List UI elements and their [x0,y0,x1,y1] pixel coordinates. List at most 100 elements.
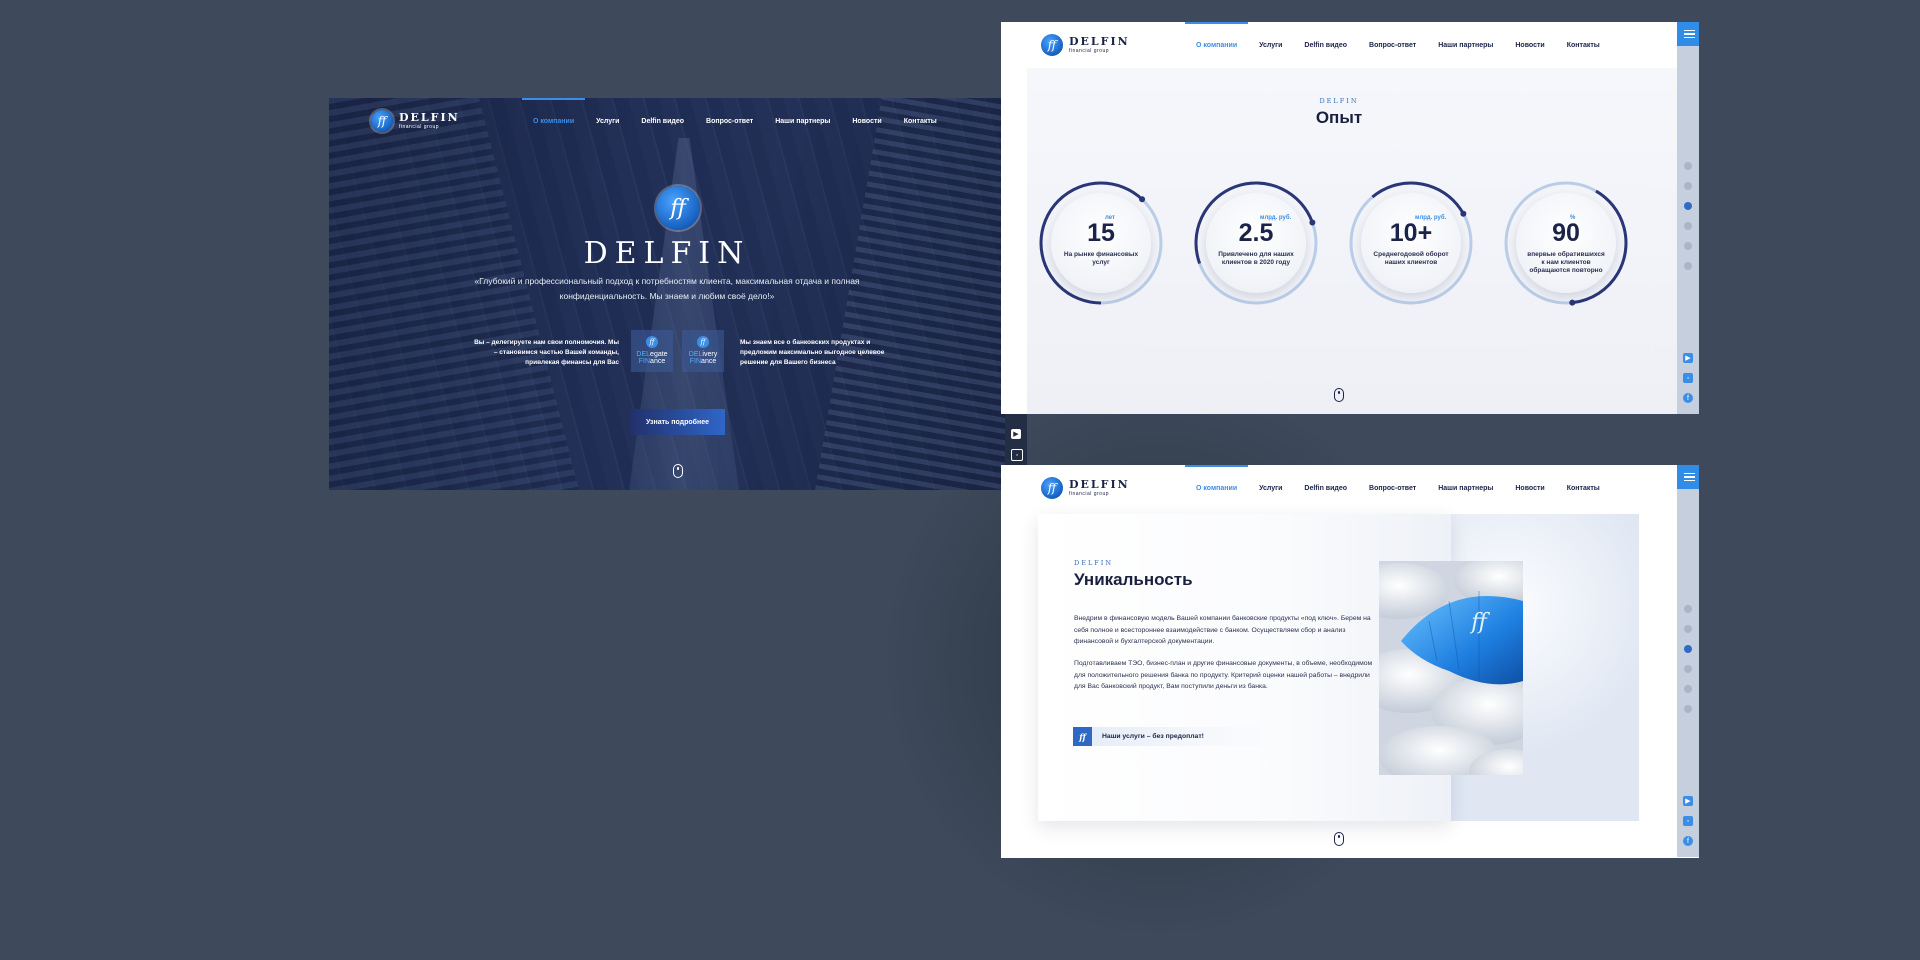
card-text: egate [650,351,668,358]
instagram-icon[interactable]: ◦ [1683,816,1693,826]
rail-dot[interactable] [1684,222,1692,230]
rail-dot[interactable] [1684,242,1692,250]
stat-caption: Среднегодовой оборот наших клиентов [1373,251,1449,266]
hero-right-text: Мы знаем все о банковских продуктах и пр… [740,339,885,366]
main-menu: О компании Услуги Delfin видео Вопрос-от… [1185,465,1611,511]
facebook-icon[interactable]: f [1683,836,1693,846]
instagram-icon[interactable]: ◦ [1011,449,1023,461]
rail-dot[interactable] [1684,625,1692,633]
stat-number: 90 [1552,219,1580,247]
scroll-mouse-icon[interactable] [1334,388,1344,402]
stat-inner: 15 лет На рынке финансовых услуг [1051,193,1151,293]
stat-inner: 2.5 млрд. руб. Привлечено для наших клиент… [1206,193,1306,293]
delivery-card: ff DELivery FINance [682,330,724,372]
section-title: Опыт [1315,108,1363,127]
section-kicker: DELFIN [1319,97,1359,105]
menu-item-partners[interactable]: Наши партнеры [1427,465,1504,511]
menu-item-about[interactable]: О компании [522,98,586,144]
logo-mark-icon: ff [1041,34,1063,56]
umbrella-illustration: ff [1379,561,1523,775]
card-hl: FIN [689,358,702,365]
menu-item-video[interactable]: Delfin видео [1293,22,1358,68]
experience-screen: ff DELFIN financial group О компании Усл… [1001,22,1699,414]
scroll-mouse-icon[interactable] [673,464,683,478]
top-nav: ff DELFIN financial group О компании Усл… [1001,465,1677,511]
hero-screen: ff DELFIN financial group О компании Усл… [329,98,1027,490]
youtube-icon[interactable]: ▶ [1683,353,1693,363]
logo-name: DELFIN [399,111,460,124]
rail-dot-active[interactable] [1684,202,1692,210]
stat-ring-knob [1309,219,1316,226]
scroll-mouse-icon[interactable] [1334,832,1344,846]
logo-mark-icon: ff [697,336,709,348]
no-prepay-services-link[interactable]: ff Наши услуги – без предоплат! [1073,727,1273,746]
card-text: ivery [702,351,718,358]
instagram-icon[interactable]: ◦ [1683,373,1693,383]
learn-more-button[interactable]: Узнать подробнее [630,409,725,435]
card-hl: FIN [638,358,651,365]
menu-item-news[interactable]: Новости [1504,465,1555,511]
cta-label: Наши услуги – без предоплат! [1102,733,1204,740]
stat-circle: 10+ млрд. руб. Среднегодовой оборот наших … [1347,179,1475,307]
rail-dot[interactable] [1684,605,1692,613]
menu-item-contacts[interactable]: Контакты [1556,22,1611,68]
stat-ring-knob [1460,210,1467,217]
stat-circle: 90% впервые обратившихся к нам клиентов о… [1502,179,1630,307]
logo-sub: financial group [1069,491,1110,497]
card-text: ance [650,358,666,365]
menu-item-about[interactable]: О компании [1185,22,1249,68]
facebook-icon[interactable]: f [1683,393,1693,403]
logo[interactable]: ff DELFIN financial group [1041,477,1130,499]
youtube-icon[interactable]: ▶ [1683,796,1693,806]
uniqueness-screen: ff DELFIN financial group О компании Усл… [1001,465,1699,858]
menu-item-news[interactable]: Новости [841,98,892,144]
logo[interactable]: ff DELFIN financial group [371,110,460,132]
menu-item-about[interactable]: О компании [1185,465,1249,511]
rail-dot-active[interactable] [1684,645,1692,653]
menu-item-partners[interactable]: Наши партнеры [764,98,841,144]
menu-item-partners[interactable]: Наши партнеры [1427,22,1504,68]
stat-inner: 90% впервые обратившихся к нам клиентов о… [1516,193,1616,293]
stat-unit: % [1570,215,1576,221]
logo-name: DELFIN [1069,478,1130,491]
menu-item-faq[interactable]: Вопрос-ответ [695,98,764,144]
stat-number: 15 [1087,219,1115,247]
section-rail: ▶ ◦ f [1677,465,1699,858]
stat-caption: На рынке финансовых услуг [1063,251,1139,266]
logo-mark-icon: ff [371,110,393,132]
logo[interactable]: ff DELFIN financial group [1041,34,1130,56]
top-nav: ff DELFIN financial group О компании Усл… [329,98,1027,144]
stat-unit: млрд. руб. [1415,215,1447,221]
menu-item-video[interactable]: Delfin видео [1293,465,1358,511]
rail-dot[interactable] [1684,162,1692,170]
hero-quote: «Глубокий и профессиональный подход к по… [474,276,860,301]
rail-dot[interactable] [1684,685,1692,693]
menu-item-faq[interactable]: Вопрос-ответ [1358,465,1427,511]
stat-ring-knob [1139,196,1146,203]
rail-dot[interactable] [1684,182,1692,190]
logo-mark-icon: ff [646,336,658,348]
logo-mark-icon: ff [656,186,700,230]
menu-item-services[interactable]: Услуги [585,98,630,144]
logo-mark-icon: ff [1041,477,1063,499]
menu-item-video[interactable]: Delfin видео [630,98,695,144]
youtube-icon[interactable]: ▶ [1011,429,1021,439]
rail-dot[interactable] [1684,262,1692,270]
uniqueness-para-2: Подготавливаем ТЭО, бизнес-план и другие… [1074,660,1373,690]
stat-circle: 2.5 млрд. руб. Привлечено для наших клиент… [1192,179,1320,307]
menu-item-contacts[interactable]: Контакты [1556,465,1611,511]
left-strip [1001,465,1027,857]
stat-circle: 15 лет На рынке финансовых услуг [1037,179,1165,307]
delegate-card: ff DELegate FINance [631,330,673,372]
logo-name: DELFIN [1069,35,1130,48]
stat-caption: впервые обратившихся к нам клиентов обра… [1527,251,1605,274]
main-menu: О компании Услуги Delfin видео Вопрос-от… [522,98,948,144]
stat-caption: Привлечено для наших клиентов в 2020 год… [1218,251,1294,266]
rail-dot[interactable] [1684,705,1692,713]
rail-dot[interactable] [1684,665,1692,673]
menu-item-faq[interactable]: Вопрос-ответ [1358,22,1427,68]
menu-item-services[interactable]: Услуги [1248,22,1293,68]
menu-item-services[interactable]: Услуги [1248,465,1293,511]
menu-item-news[interactable]: Новости [1504,22,1555,68]
menu-item-contacts[interactable]: Контакты [893,98,948,144]
